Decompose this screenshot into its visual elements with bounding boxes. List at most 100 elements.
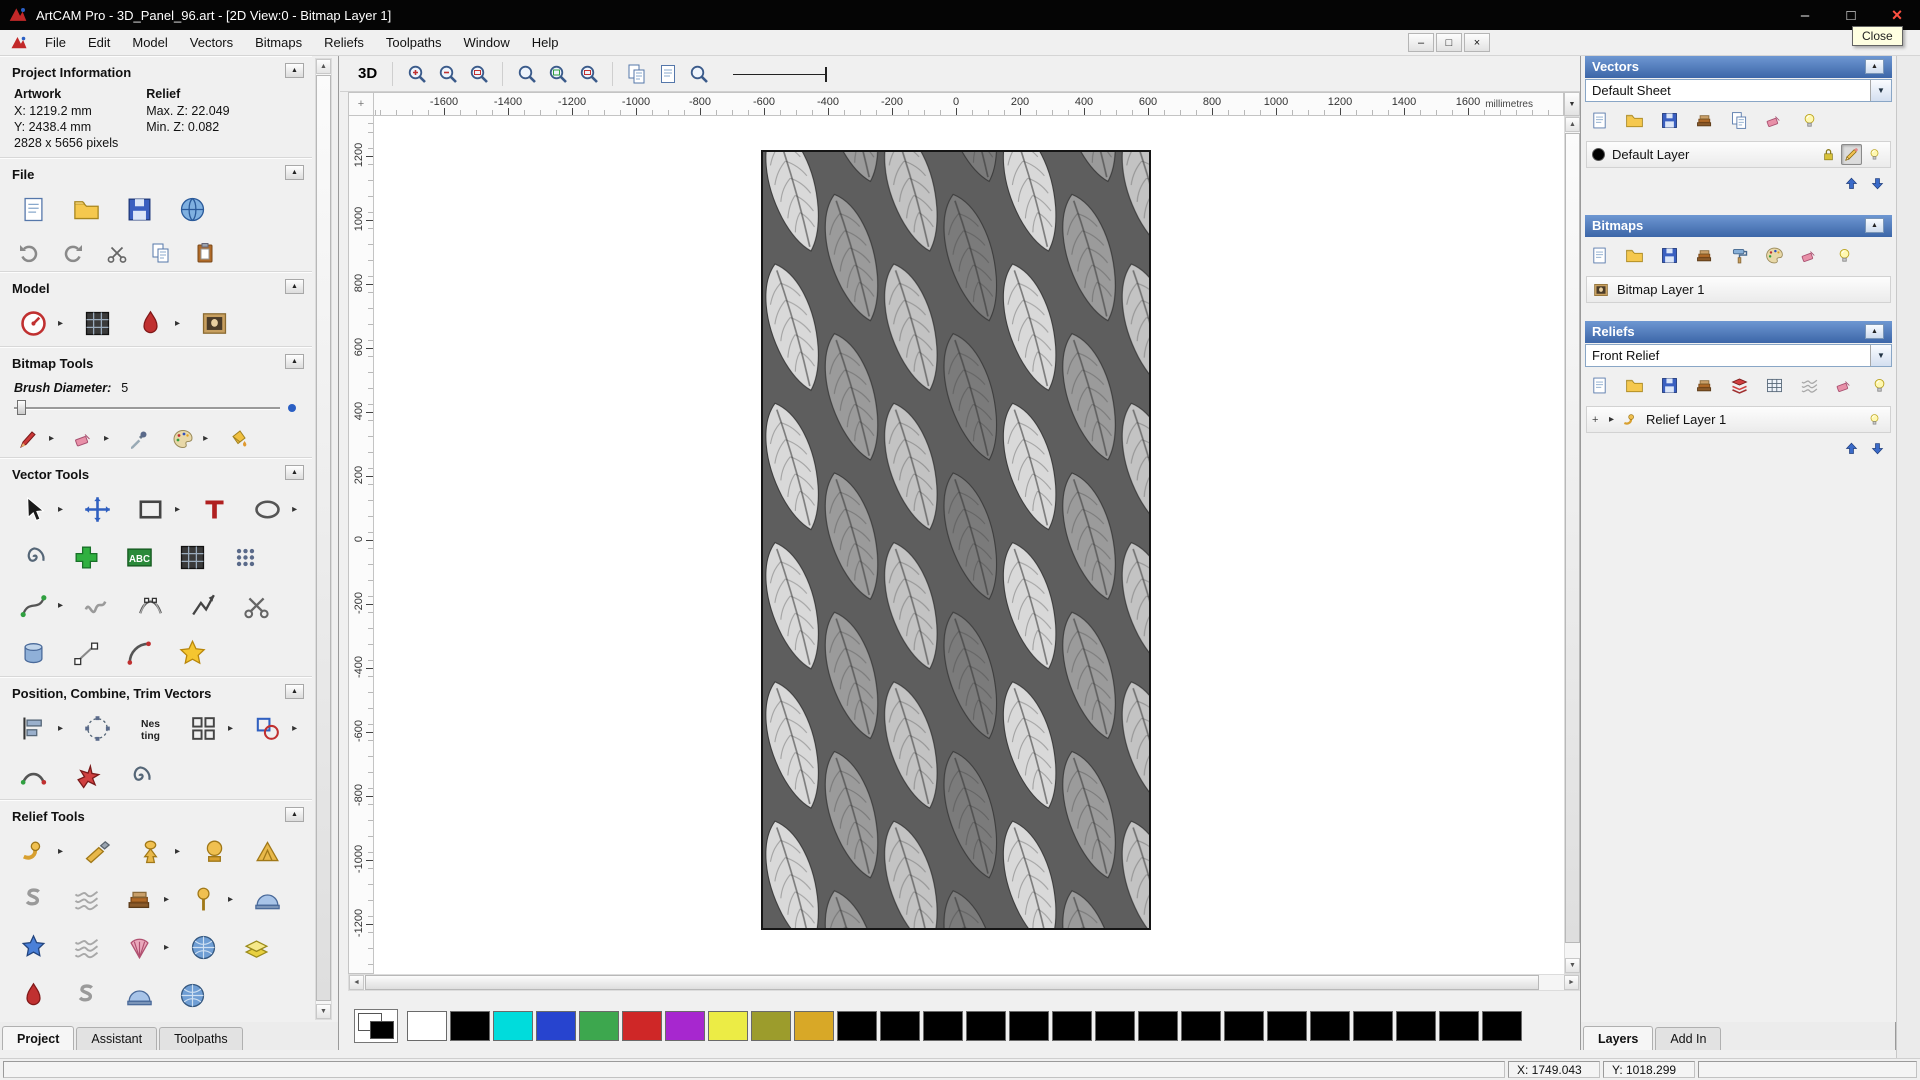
array-copy-icon[interactable] [226, 538, 264, 576]
colour-palette-icon[interactable] [168, 424, 197, 453]
menu-item-window[interactable]: Window [453, 32, 521, 53]
palette-swatch-8[interactable] [708, 1011, 748, 1041]
colour-palette-flyout-arrow[interactable]: ▸ [203, 433, 208, 444]
palette-swatch-17[interactable] [1095, 1011, 1135, 1041]
move-relief-layer-down-icon[interactable] [1867, 438, 1888, 459]
delete-bitmap-layer-icon[interactable] [1796, 242, 1823, 269]
delete-relief-layer-icon[interactable] [1831, 372, 1858, 399]
next-view-icon[interactable] [653, 59, 682, 88]
new-relief-layer-icon[interactable] [1586, 372, 1613, 399]
offset-vectors-icon[interactable] [14, 538, 52, 576]
relief-extra-3-icon[interactable] [120, 976, 158, 1014]
bitmaps-collapse-button[interactable] [1865, 218, 1884, 233]
palette-swatch-7[interactable] [665, 1011, 705, 1041]
shape-editor-icon[interactable] [131, 832, 169, 870]
layer-visibility-icon[interactable] [1864, 144, 1885, 165]
texture-grid-icon[interactable] [173, 538, 211, 576]
set-model-size-flyout-arrow[interactable]: ▸ [58, 318, 63, 329]
create-spiral-icon[interactable] [120, 757, 158, 795]
file-section-header[interactable]: File [0, 158, 312, 185]
cut-vector-icon[interactable] [237, 586, 275, 624]
project-information-header[interactable]: Project Information [0, 56, 312, 83]
paint-brush-flyout-arrow[interactable]: ▸ [49, 433, 54, 444]
menu-item-edit[interactable]: Edit [77, 32, 121, 53]
relief-tools-collapse-button[interactable] [285, 807, 304, 822]
palette-swatch-15[interactable] [1009, 1011, 1049, 1041]
swept-profile-icon[interactable] [14, 880, 52, 918]
edit-layer-icon[interactable] [1841, 144, 1862, 165]
set-model-size-icon[interactable] [14, 304, 52, 342]
fan-relief-icon[interactable] [120, 928, 158, 966]
smooth-relief-flyout-arrow[interactable]: ▸ [58, 846, 63, 857]
vectors-collapse-button[interactable] [1865, 59, 1884, 74]
relief-clipart-icon[interactable] [120, 880, 158, 918]
tab-project[interactable]: Project [2, 1026, 74, 1050]
zoom-100-icon[interactable] [512, 59, 541, 88]
create-bezier-icon[interactable] [131, 586, 169, 624]
open-vector-sheet-icon[interactable] [1621, 107, 1648, 134]
paint-selective-flyout-arrow[interactable]: ▸ [104, 433, 109, 444]
left-scroll-thumb[interactable] [316, 75, 331, 1001]
palette-swatch-16[interactable] [1052, 1011, 1092, 1041]
menu-item-toolpaths[interactable]: Toolpaths [375, 32, 453, 53]
palette-swatch-26[interactable] [1482, 1011, 1522, 1041]
extrude-relief-icon[interactable] [248, 832, 286, 870]
align-vectors-icon[interactable] [14, 709, 52, 747]
menu-item-file[interactable]: File [34, 32, 77, 53]
vector-tools-header[interactable]: Vector Tools [0, 458, 312, 485]
bitmap-to-vector-icon[interactable] [67, 538, 105, 576]
canvas-vertical-thumb[interactable] [1565, 133, 1580, 943]
flood-fill-icon[interactable] [223, 424, 252, 453]
texture-sphere-icon[interactable] [184, 928, 222, 966]
sheet-selector-arrow[interactable] [1870, 80, 1891, 101]
view-3d-button[interactable]: 3D [352, 63, 383, 84]
move-relief-layer-up-icon[interactable] [1841, 438, 1862, 459]
line-width-handle[interactable] [825, 67, 827, 82]
open-bitmap-layer-icon[interactable] [1621, 242, 1648, 269]
palette-swatch-18[interactable] [1138, 1011, 1178, 1041]
menu-item-vectors[interactable]: Vectors [179, 32, 244, 53]
ruler-origin-button[interactable] [348, 92, 374, 116]
move-vector-layer-down-icon[interactable] [1867, 173, 1888, 194]
model-collapse-button[interactable] [285, 279, 304, 294]
palette-swatch-4[interactable] [536, 1011, 576, 1041]
copy-icon[interactable] [146, 238, 175, 267]
canvas-2d-view[interactable] [374, 116, 1564, 974]
vectors-section-header[interactable]: Vectors [1585, 56, 1892, 78]
relief-clipart-flyout-arrow[interactable]: ▸ [164, 894, 169, 905]
tab-add-in[interactable]: Add In [1655, 1027, 1721, 1050]
relief-selector-arrow[interactable] [1870, 345, 1891, 366]
position-tools-header[interactable]: Position, Combine, Trim Vectors [0, 677, 312, 704]
import-relief-icon[interactable] [1691, 372, 1718, 399]
relief-layer-add-icon[interactable]: + [1592, 414, 1602, 426]
turn-relief-icon[interactable] [184, 880, 222, 918]
brush-diameter-slider[interactable] [14, 400, 296, 415]
zoom-window-icon[interactable] [464, 59, 493, 88]
left-panel-scrollbar[interactable] [315, 58, 332, 1020]
zoom-objects-icon[interactable] [574, 59, 603, 88]
bitmap-layer-row[interactable]: Bitmap Layer 1 [1586, 276, 1891, 303]
mdi-minimize-button[interactable]: – [1408, 33, 1434, 52]
copy-vector-layer-icon[interactable] [1726, 107, 1753, 134]
circular-copy-icon[interactable] [78, 709, 116, 747]
lock-layer-icon[interactable] [1818, 144, 1839, 165]
palette-swatch-19[interactable] [1181, 1011, 1221, 1041]
palette-swatch-10[interactable] [794, 1011, 834, 1041]
sculpting-icon[interactable] [131, 304, 169, 342]
paint-roller-icon[interactable] [1726, 242, 1753, 269]
menu-item-model[interactable]: Model [121, 32, 178, 53]
mdi-close-button[interactable]: × [1464, 33, 1490, 52]
toggle-all-bitmaps-icon[interactable] [1831, 242, 1858, 269]
new-model-icon[interactable] [14, 190, 52, 228]
relief-extra-4-icon[interactable] [173, 976, 211, 1014]
select-vectors-icon[interactable] [14, 490, 52, 528]
palette-swatch-5[interactable] [579, 1011, 619, 1041]
create-polyline-flyout-arrow[interactable]: ▸ [58, 600, 63, 611]
calculate-relief-icon[interactable] [1761, 372, 1788, 399]
redo-icon[interactable] [58, 238, 87, 267]
palette-swatch-14[interactable] [966, 1011, 1006, 1041]
file-collapse-button[interactable] [285, 165, 304, 180]
create-cylinder-icon[interactable] [14, 634, 52, 672]
smooth-relief-icon[interactable] [14, 832, 52, 870]
canvas-scroll-down-button[interactable] [1565, 958, 1580, 973]
